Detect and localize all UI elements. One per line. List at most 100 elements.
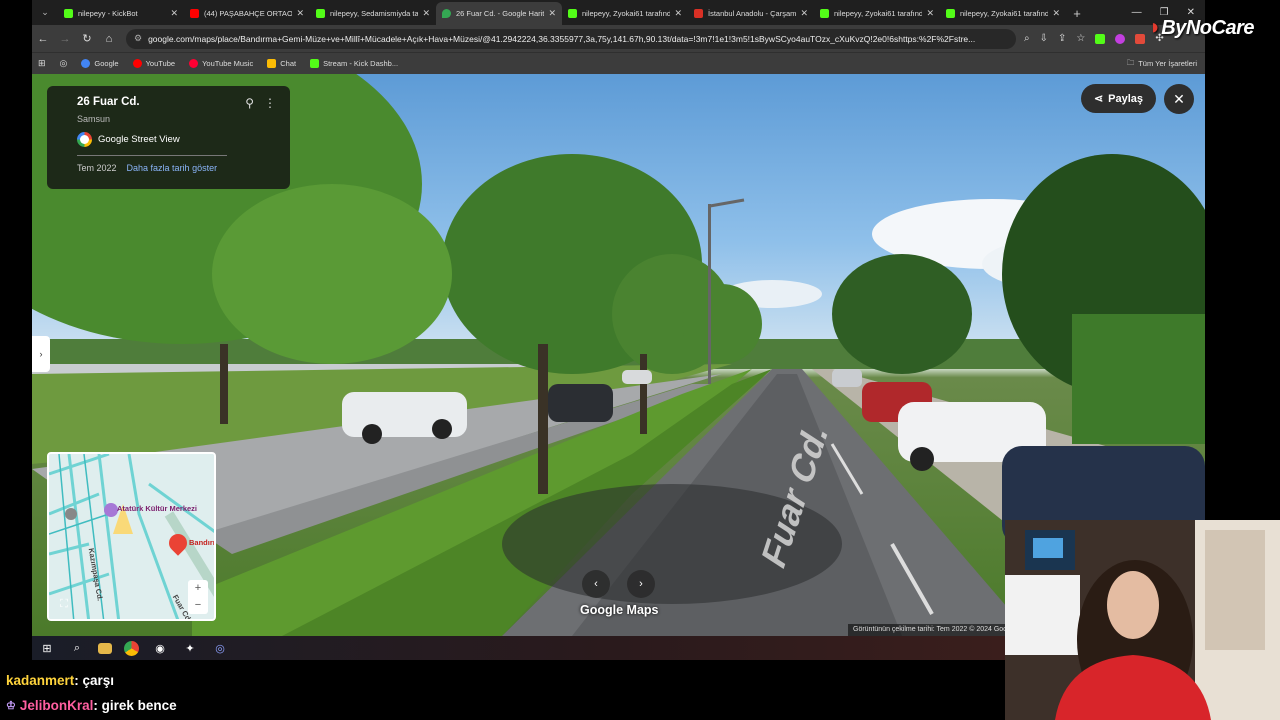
close-icon[interactable]: ✕ xyxy=(422,8,430,19)
google-maps-watermark: Google Maps xyxy=(580,603,659,617)
chat-text: : çarşı xyxy=(74,673,115,688)
tab-kickbot[interactable]: nilepeyy - KickBot ✕ xyxy=(58,2,184,25)
chrome-taskbar-icon[interactable] xyxy=(124,640,139,656)
close-icon[interactable]: ✕ xyxy=(1052,8,1060,19)
google-logo-icon xyxy=(77,132,92,147)
bookmark-label: Chat xyxy=(280,59,297,68)
folder-icon: 🗀 xyxy=(1126,58,1135,67)
install-icon[interactable]: ⇩ xyxy=(1040,33,1048,44)
bookmark-label: Stream - Kick Dashb... xyxy=(323,59,399,68)
maps-pin-favicon-icon xyxy=(442,9,451,18)
extension-red-icon[interactable] xyxy=(1135,33,1146,44)
tab-kick-3[interactable]: nilepeyy, Zyokai61 tarafından ✕ xyxy=(562,2,688,25)
mini-map[interactable]: Atatürk Kültür Merkezi Bandırma ve Mi Fu… xyxy=(47,452,216,621)
extension-kick-icon[interactable] xyxy=(1095,33,1106,44)
logo-text: ByNoCare xyxy=(1161,17,1254,39)
collapse-side-panel-button[interactable]: › xyxy=(32,336,50,372)
reload-icon[interactable]: ↻ xyxy=(76,32,98,45)
apps-grid-icon[interactable]: ⊞ xyxy=(38,58,46,69)
mini-map-zoom: + − xyxy=(188,580,208,614)
extension-purple-icon[interactable] xyxy=(1115,33,1126,44)
share-page-icon[interactable]: ⇪ xyxy=(1058,33,1066,44)
webcam-image xyxy=(1005,520,1280,720)
tab-label: (44) PAŞABAHÇE ORTAOKULU xyxy=(204,9,293,18)
back-arrow-icon[interactable]: ← xyxy=(32,33,54,45)
close-icon[interactable]: ✕ xyxy=(674,8,682,19)
kick-favicon-icon xyxy=(64,9,73,18)
kick-favicon-icon xyxy=(568,9,577,18)
minimize-icon[interactable]: — xyxy=(1132,7,1142,18)
tab-google-maps[interactable]: 26 Fuar Cd. - Google Haritalar ✕ xyxy=(436,2,562,25)
app-icon[interactable]: ✦ xyxy=(181,639,199,657)
search-icon[interactable]: ⌕ xyxy=(68,639,86,657)
tab-label: nilepeyy - KickBot xyxy=(78,9,138,18)
discord-icon[interactable]: ◎ xyxy=(211,639,229,657)
new-tab-button[interactable]: + xyxy=(1066,2,1088,25)
tab-strip: ⌄ nilepeyy - KickBot ✕ (44) PAŞABAHÇE OR… xyxy=(32,0,1205,25)
bookmark-youtube[interactable]: YouTube xyxy=(132,59,175,68)
all-bookmarks-button[interactable]: 🗀 Tüm Yer İşaretleri xyxy=(1127,57,1197,70)
location-pin-icon[interactable]: ⚲ xyxy=(245,96,254,110)
pin-label: Bandırma ve Mi xyxy=(189,538,214,547)
close-street-view-button[interactable]: ✕ xyxy=(1164,84,1194,114)
tab-youtube[interactable]: (44) PAŞABAHÇE ORTAOKULU ✕ xyxy=(184,2,310,25)
place-city: Samsun xyxy=(77,114,111,124)
tab-kick-5[interactable]: nilepeyy, Zyokai61 tarafından ✕ xyxy=(940,2,1066,25)
address-bar[interactable]: ⚙ google.com/maps/place/Bandırma+Gemi-Mü… xyxy=(126,28,1016,49)
bookmark-google[interactable]: Google xyxy=(81,59,119,68)
capture-date-footer: Görüntünün çekilme tarihi: Tem 2022 © 20… xyxy=(848,624,1005,636)
expand-map-icon[interactable]: ⛶ xyxy=(55,595,73,613)
zoom-in-button[interactable]: + xyxy=(188,580,208,597)
windows-start-icon[interactable]: ⊞ xyxy=(38,639,56,657)
tab-istanbul[interactable]: İstanbul Anadolu - Çarşamba ✕ xyxy=(688,2,814,25)
webcam-overlay xyxy=(1005,520,1280,720)
file-explorer-icon[interactable] xyxy=(98,642,112,654)
tab-label: 26 Fuar Cd. - Google Haritalar xyxy=(456,9,545,18)
zoom-out-button[interactable]: − xyxy=(188,597,208,614)
site-info-icon[interactable]: ⚙ xyxy=(134,33,142,44)
close-icon: ✕ xyxy=(1173,90,1185,107)
kick-icon xyxy=(310,59,320,68)
all-bookmarks-label: Tüm Yer İşaretleri xyxy=(1138,59,1197,68)
bookmark-chat[interactable]: Chat xyxy=(267,59,296,68)
zoom-icon[interactable]: ⌕ xyxy=(1024,33,1030,44)
obs-icon[interactable]: ◉ xyxy=(151,639,169,657)
forward-arrow-icon[interactable]: → xyxy=(54,33,76,45)
close-icon[interactable]: ✕ xyxy=(800,8,808,19)
close-icon[interactable]: ✕ xyxy=(926,8,934,19)
capture-month: Tem 2022 xyxy=(77,163,117,173)
chat-username[interactable]: kadanmert xyxy=(6,673,74,688)
browser-toolbar: ← → ↻ ⌂ ⚙ google.com/maps/place/Bandırma… xyxy=(32,25,1205,52)
tab-kick-4[interactable]: nilepeyy, Zyokai61 tarafından ✕ xyxy=(814,2,940,25)
bookmark-youtube-music[interactable]: YouTube Music xyxy=(189,59,253,68)
youtube-icon xyxy=(132,59,142,68)
tab-search-button[interactable]: ⌄ xyxy=(32,0,58,25)
close-icon[interactable]: ✕ xyxy=(548,8,556,19)
more-vert-icon[interactable]: ⋮ xyxy=(264,96,276,110)
home-icon[interactable]: ⌂ xyxy=(98,33,120,45)
previous-photo-button[interactable]: ‹ xyxy=(582,570,610,598)
tab-label: nilepeyy, Zyokai61 tarafından xyxy=(582,9,671,18)
youtube-music-icon xyxy=(189,59,199,68)
close-icon[interactable]: ✕ xyxy=(296,8,304,19)
chat-message: ♔ JelibonKral : girek bence xyxy=(0,693,1000,718)
tab-label: nilepeyy, Sedamismiyda tarafından xyxy=(330,9,419,18)
next-photo-button[interactable]: › xyxy=(627,570,655,598)
bookmark-label: YouTube Music xyxy=(202,59,254,68)
divider xyxy=(77,155,227,156)
place-info-card: 26 Fuar Cd. Samsun Google Street View Te… xyxy=(47,86,290,189)
bookmark-star-icon[interactable]: ☆ xyxy=(1076,33,1085,44)
share-button[interactable]: ⋖ Paylaş xyxy=(1081,84,1156,113)
tab-kick-2[interactable]: nilepeyy, Sedamismiyda tarafından ✕ xyxy=(310,2,436,25)
bookmark-kick-dashboard[interactable]: Stream - Kick Dashb... xyxy=(310,59,398,68)
subscriber-badge-icon: ♔ xyxy=(6,700,16,712)
chat-message: kadanmert : çarşı xyxy=(0,668,1000,693)
more-dates-link[interactable]: Daha fazla tarih göster xyxy=(127,163,218,173)
chat-text: : girek bence xyxy=(93,698,177,713)
tab-label: nilepeyy, Zyokai61 tarafından xyxy=(960,9,1049,18)
chrome-icon[interactable]: ◎ xyxy=(60,58,68,69)
close-icon[interactable]: ✕ xyxy=(170,8,178,19)
chat-username[interactable]: JelibonKral xyxy=(20,698,94,713)
tab-label: İstanbul Anadolu - Çarşamba xyxy=(708,9,797,18)
stream-chat: kadanmert : çarşı ♔ JelibonKral : girek … xyxy=(0,668,1000,718)
